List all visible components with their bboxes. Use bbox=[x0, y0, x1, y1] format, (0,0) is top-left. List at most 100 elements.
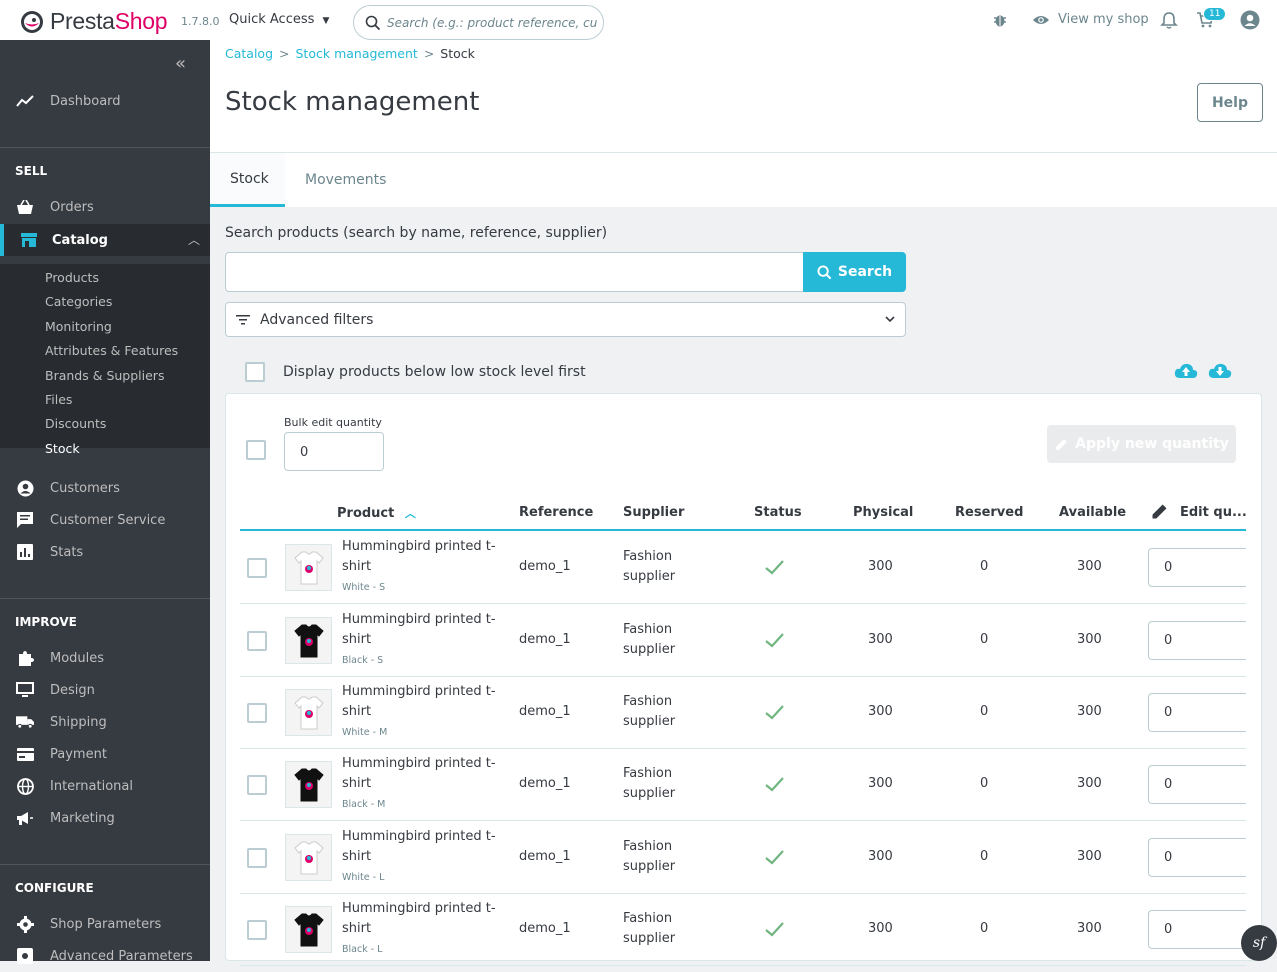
row-select-checkbox[interactable] bbox=[247, 775, 267, 795]
submenu-item-products[interactable]: Products bbox=[45, 270, 99, 285]
sidebar-item-payment[interactable]: Payment bbox=[0, 738, 210, 770]
puffin-logo-icon bbox=[21, 10, 43, 33]
column-header-product[interactable]: Product ︿ bbox=[337, 505, 416, 521]
row-select-checkbox[interactable] bbox=[247, 920, 267, 940]
tshirt-thumbnail-icon bbox=[293, 768, 324, 801]
tabs-bar: Stock Movements bbox=[210, 153, 1277, 207]
row-select-checkbox[interactable] bbox=[247, 703, 267, 723]
tshirt-thumbnail-icon bbox=[293, 696, 324, 729]
breadcrumb-stock-management-link[interactable]: Stock management bbox=[296, 46, 418, 61]
collapse-sidebar-icon[interactable]: « bbox=[175, 53, 186, 74]
product-thumbnail[interactable] bbox=[285, 834, 332, 881]
sidebar-item-marketing[interactable]: Marketing bbox=[0, 802, 210, 834]
product-name[interactable]: Hummingbird printed t-shirt bbox=[342, 827, 502, 867]
submenu-item-brands[interactable]: Brands & Suppliers bbox=[45, 368, 164, 383]
symfony-debug-toolbar-icon[interactable]: sf bbox=[1241, 925, 1277, 961]
breadcrumb-catalog-link[interactable]: Catalog bbox=[225, 46, 273, 61]
row-select-checkbox[interactable] bbox=[247, 631, 267, 651]
edit-quantity-input[interactable]: 0 bbox=[1148, 693, 1246, 732]
help-button[interactable]: Help bbox=[1197, 83, 1263, 122]
sidebar-item-shop-parameters[interactable]: Shop Parameters bbox=[0, 908, 210, 940]
column-header-physical[interactable]: Physical bbox=[853, 505, 913, 520]
edit-quantity-input[interactable]: 0 bbox=[1148, 910, 1246, 949]
sidebar-item-design[interactable]: Design bbox=[0, 674, 210, 706]
row-select-checkbox[interactable] bbox=[247, 558, 267, 578]
global-search-input[interactable]: Search (e.g.: product reference, custom bbox=[353, 5, 604, 40]
sidebar-item-label: Payment bbox=[50, 746, 107, 762]
product-search-input[interactable] bbox=[225, 252, 804, 292]
edit-quantity-input[interactable]: 0 bbox=[1148, 621, 1246, 660]
search-button[interactable]: Search bbox=[803, 252, 906, 292]
tab-movements[interactable]: Movements bbox=[285, 153, 406, 207]
column-header-reserved[interactable]: Reserved bbox=[955, 505, 1023, 520]
edit-quantity-value: 0 bbox=[1164, 705, 1173, 720]
column-header-available[interactable]: Available bbox=[1059, 505, 1126, 520]
bulk-edit-quantity-input[interactable]: 0 bbox=[284, 432, 384, 471]
debug-bug-icon[interactable] bbox=[992, 12, 1008, 28]
notifications-bell-icon[interactable] bbox=[1160, 11, 1178, 30]
edit-quantity-input[interactable]: 0 bbox=[1148, 838, 1246, 877]
sidebar-item-customer-service[interactable]: Customer Service bbox=[0, 504, 210, 536]
sidebar-item-stats[interactable]: Stats bbox=[0, 536, 210, 568]
product-thumbnail[interactable] bbox=[285, 906, 332, 953]
breadcrumb: Catalog > Stock management > Stock bbox=[225, 46, 475, 61]
column-header-status: Status bbox=[754, 505, 802, 520]
product-thumbnail[interactable] bbox=[285, 617, 332, 664]
select-all-checkbox[interactable] bbox=[246, 440, 266, 460]
submenu-item-discounts[interactable]: Discounts bbox=[45, 416, 106, 431]
edit-quantity-input[interactable]: 0 bbox=[1148, 548, 1246, 587]
pencil-icon bbox=[1152, 504, 1167, 519]
gear-icon bbox=[16, 915, 34, 933]
submenu-item-monitoring[interactable]: Monitoring bbox=[45, 319, 112, 334]
sidebar-item-international[interactable]: International bbox=[0, 770, 210, 802]
product-name[interactable]: Hummingbird printed t-shirt bbox=[342, 899, 502, 939]
product-thumbnail[interactable] bbox=[285, 761, 332, 808]
submenu-item-categories[interactable]: Categories bbox=[45, 294, 112, 309]
product-thumbnail[interactable] bbox=[285, 689, 332, 736]
sidebar-item-modules[interactable]: Modules bbox=[0, 642, 210, 674]
submenu-item-files[interactable]: Files bbox=[45, 392, 72, 407]
quick-access-dropdown[interactable]: Quick Access ▼ bbox=[229, 12, 329, 27]
sidebar-item-dashboard[interactable]: Dashboard bbox=[0, 85, 210, 117]
product-name[interactable]: Hummingbird printed t-shirt bbox=[342, 610, 502, 650]
cloud-download-icon[interactable] bbox=[1208, 362, 1232, 379]
available-quantity: 300 bbox=[1077, 921, 1102, 936]
prestashop-logo[interactable]: PrestaShop bbox=[20, 8, 168, 35]
edit-quantity-value: 0 bbox=[1164, 777, 1173, 792]
product-reference: demo_1 bbox=[519, 776, 571, 791]
chevron-down-icon bbox=[885, 316, 895, 323]
submenu-item-stock[interactable]: Stock bbox=[45, 441, 80, 456]
product-name[interactable]: Hummingbird printed t-shirt bbox=[342, 537, 502, 577]
sidebar-item-shipping[interactable]: Shipping bbox=[0, 706, 210, 738]
column-header-edit-quantity: Edit qu... bbox=[1180, 505, 1247, 520]
sidebar-item-orders[interactable]: Orders bbox=[0, 191, 210, 223]
available-quantity: 300 bbox=[1077, 632, 1102, 647]
tab-stock[interactable]: Stock bbox=[210, 153, 285, 207]
cloud-upload-icon[interactable] bbox=[1174, 362, 1198, 379]
row-select-checkbox[interactable] bbox=[247, 848, 267, 868]
product-variant: White - L bbox=[342, 872, 385, 883]
sidebar-item-label: Modules bbox=[50, 650, 105, 666]
advanced-filters-toggle[interactable]: Advanced filters bbox=[225, 302, 906, 337]
truck-icon bbox=[16, 713, 34, 731]
table-row: Hummingbird printed t-shirt White - S de… bbox=[240, 532, 1246, 604]
apply-new-quantity-button[interactable]: Apply new quantity bbox=[1047, 425, 1236, 463]
column-header-reference[interactable]: Reference bbox=[519, 505, 593, 520]
sidebar-item-advanced-parameters[interactable]: Advanced Parameters bbox=[0, 940, 210, 972]
submenu-item-attributes[interactable]: Attributes & Features bbox=[45, 343, 178, 358]
sidebar-item-customers[interactable]: Customers bbox=[0, 472, 210, 504]
column-header-supplier[interactable]: Supplier bbox=[623, 505, 684, 520]
user-account-icon[interactable] bbox=[1240, 10, 1260, 30]
product-thumbnail[interactable] bbox=[285, 544, 332, 591]
reserved-quantity: 0 bbox=[980, 849, 989, 864]
low-stock-first-checkbox[interactable] bbox=[245, 362, 265, 382]
edit-quantity-input[interactable]: 0 bbox=[1148, 765, 1246, 804]
view-my-shop-link[interactable]: View my shop bbox=[1032, 12, 1149, 27]
sidebar-item-label: Stats bbox=[50, 544, 84, 560]
sidebar-item-catalog[interactable]: Catalog ︿ bbox=[0, 224, 210, 256]
available-quantity: 300 bbox=[1077, 704, 1102, 719]
product-name[interactable]: Hummingbird printed t-shirt bbox=[342, 754, 502, 794]
physical-quantity: 300 bbox=[868, 632, 893, 647]
product-name[interactable]: Hummingbird printed t-shirt bbox=[342, 682, 502, 722]
product-reference: demo_1 bbox=[519, 559, 571, 574]
